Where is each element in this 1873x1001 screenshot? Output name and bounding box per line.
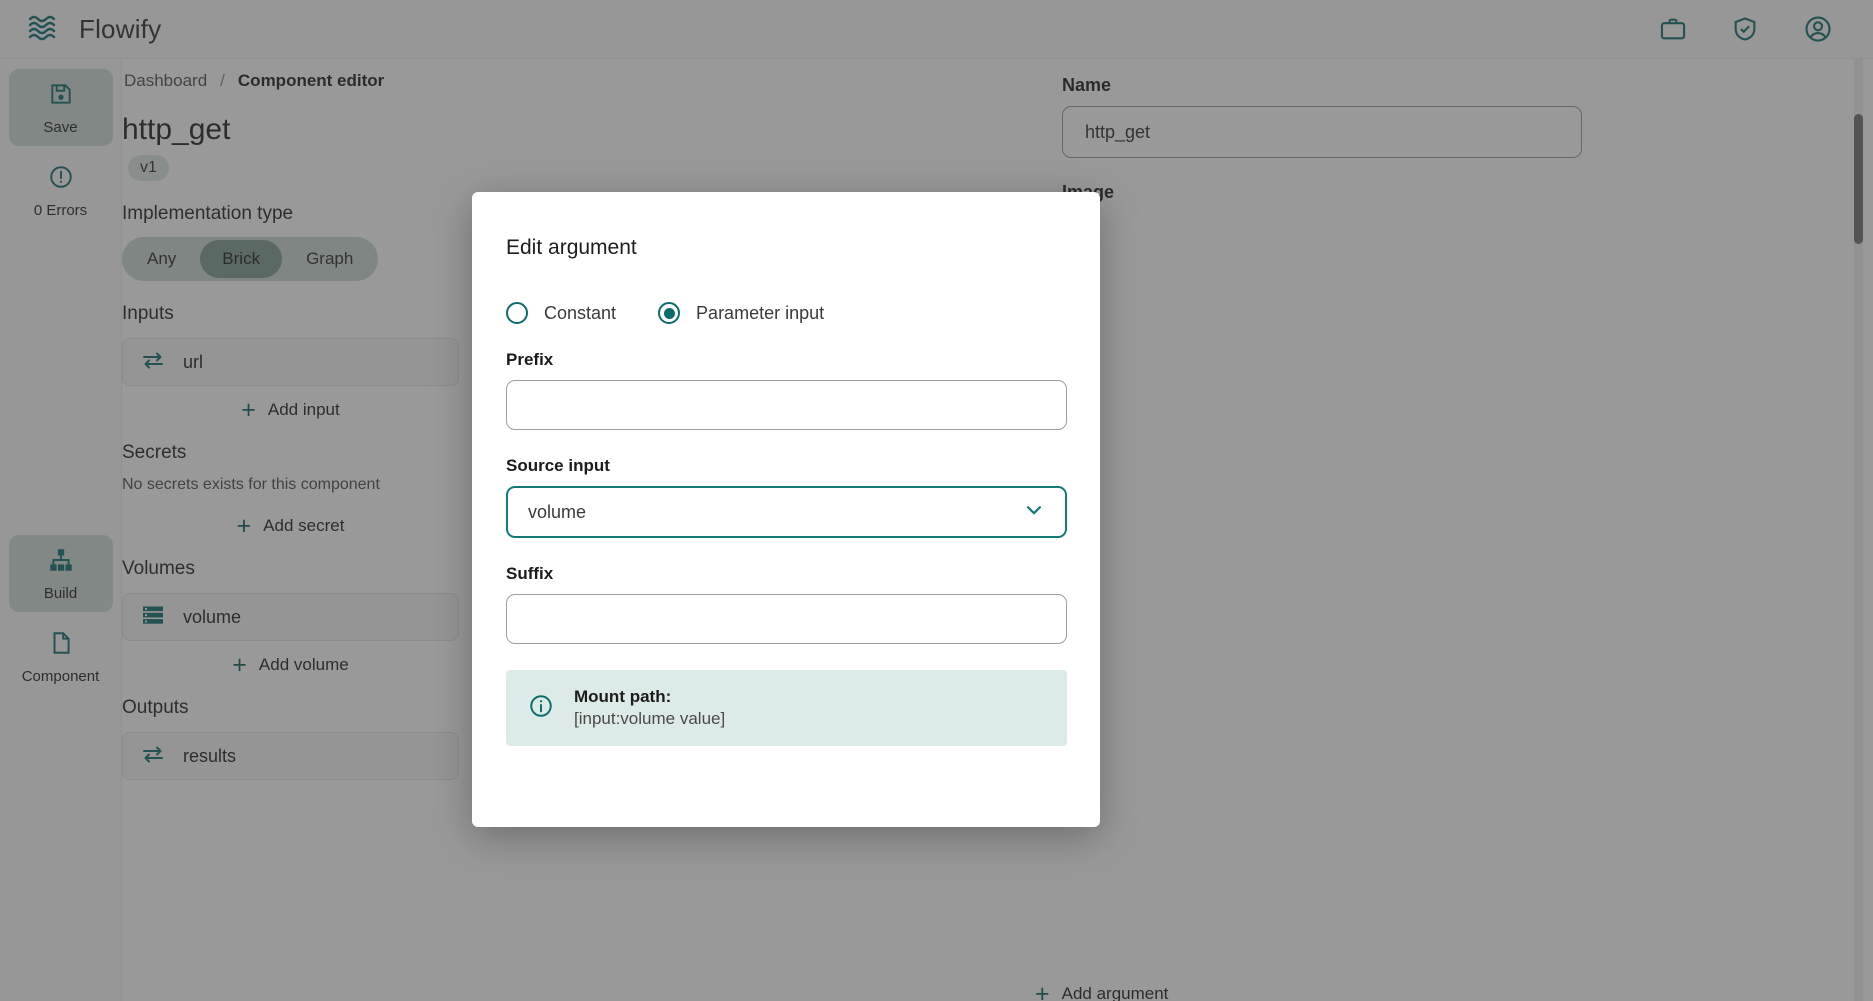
edit-argument-dialog: Edit argument Constant Parameter input P… <box>472 192 1100 827</box>
mount-path-title: Mount path: <box>574 687 672 706</box>
source-input-select[interactable]: volume <box>506 486 1067 538</box>
radio-selected-icon <box>658 302 681 324</box>
radio-constant-label: Constant <box>544 302 617 323</box>
radio-constant[interactable]: Constant <box>506 302 616 324</box>
prefix-field-group: Prefix <box>506 350 1067 430</box>
mount-path-info-box: Mount path: [input:volume value] <box>506 670 1067 746</box>
suffix-field-group: Suffix <box>506 564 1067 644</box>
radio-parameter-input[interactable]: Parameter input <box>658 302 824 324</box>
suffix-input[interactable] <box>506 594 1067 644</box>
radio-dot <box>663 307 675 319</box>
radio-parameter-input-label: Parameter input <box>696 302 825 323</box>
suffix-label: Suffix <box>506 564 554 583</box>
radio-circle-icon <box>506 302 528 324</box>
prefix-input[interactable] <box>506 380 1067 430</box>
info-circle-icon <box>528 693 554 724</box>
source-input-label: Source input <box>506 456 610 475</box>
app-root: Flowify <box>0 0 1873 1001</box>
source-input-value: volume <box>528 501 587 522</box>
mount-path-value: [input:volume value] <box>574 709 726 728</box>
prefix-label: Prefix <box>506 350 554 369</box>
chevron-down-icon <box>1023 499 1045 526</box>
mount-path-text: Mount path: [input:volume value] <box>574 687 725 729</box>
dialog-title: Edit argument <box>506 236 637 259</box>
argument-type-radio-group: Constant Parameter input <box>506 302 1066 324</box>
source-input-field-group: Source input volume <box>506 456 1067 538</box>
